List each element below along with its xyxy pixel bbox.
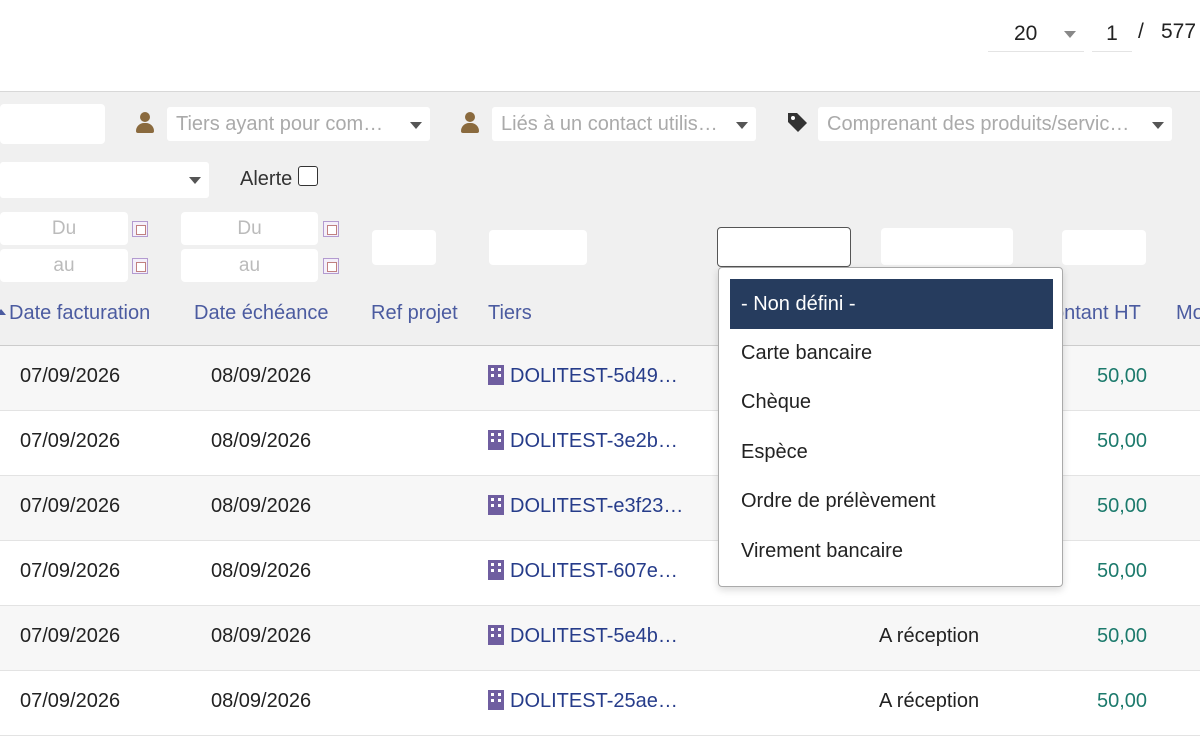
thirdparty-link[interactable]: DOLITEST-25ae… xyxy=(488,690,678,713)
cell-date-due: 08/09/2026 xyxy=(211,690,312,712)
thirdparty-link[interactable]: DOLITEST-e3f23… xyxy=(488,495,683,518)
building-icon xyxy=(488,495,504,515)
filter-text-input[interactable] xyxy=(0,104,105,144)
alert-label: Alerte xyxy=(240,168,293,190)
due-date-to-input[interactable]: au xyxy=(181,249,318,282)
cell-date-invoice: 07/09/2026 xyxy=(20,495,121,517)
alert-checkbox[interactable] xyxy=(298,166,318,186)
thirdparty-name: DOLITEST-607e… xyxy=(510,560,678,582)
calendar-icon[interactable] xyxy=(323,221,339,237)
cell-date-due: 08/09/2026 xyxy=(211,430,312,452)
caret-down-icon xyxy=(189,177,201,184)
option-espece[interactable]: Espèce xyxy=(730,427,1053,477)
thirdparty-name: DOLITEST-3e2b… xyxy=(510,430,678,452)
per-page-value: 20 xyxy=(1014,21,1038,45)
option-cheque[interactable]: Chèque xyxy=(730,377,1053,427)
cell-date-due: 08/09/2026 xyxy=(211,625,312,647)
calendar-icon[interactable] xyxy=(132,221,148,237)
column-date-due[interactable]: Date échéance xyxy=(194,302,329,325)
option-carte-bancaire[interactable]: Carte bancaire xyxy=(730,328,1053,378)
option-ordre-de-prelevement[interactable]: Ordre de prélèvement xyxy=(730,476,1053,526)
cell-date-due: 08/09/2026 xyxy=(211,365,312,387)
cell-date-invoice: 07/09/2026 xyxy=(20,430,121,452)
user-icon xyxy=(460,112,480,134)
thirdparty-link[interactable]: DOLITEST-5e4b… xyxy=(488,625,678,648)
due-date-from-input[interactable]: Du xyxy=(181,212,318,245)
thirdparty-name: DOLITEST-e3f23… xyxy=(510,495,684,517)
caret-down-icon xyxy=(1152,122,1164,129)
building-icon xyxy=(488,365,504,385)
building-icon xyxy=(488,625,504,645)
column-amount-ht[interactable]: ontant HT xyxy=(1053,302,1141,325)
cell-date-due: 08/09/2026 xyxy=(211,560,312,582)
payment-mode-dropdown: - Non défini - Carte bancaire Chèque Esp… xyxy=(718,267,1063,587)
cell-payment-term: A réception xyxy=(879,625,980,647)
sort-ascending-icon xyxy=(0,309,6,315)
cell-amount-ht: 50,00 xyxy=(1097,495,1148,517)
payment-term-filter-input[interactable] xyxy=(881,228,1013,265)
cell-amount-ht: 50,00 xyxy=(1097,690,1148,712)
cell-amount-ht: 50,00 xyxy=(1097,430,1148,452)
total-pages[interactable]: 577 xyxy=(1161,20,1196,44)
column-thirdparty[interactable]: Tiers xyxy=(488,302,532,325)
table-row: 07/09/2026 08/09/2026 DOLITEST-25ae… A r… xyxy=(0,671,1200,736)
tag-icon xyxy=(788,113,807,132)
cell-date-invoice: 07/09/2026 xyxy=(20,625,121,647)
caret-down-icon xyxy=(410,122,422,129)
thirdparty-link[interactable]: DOLITEST-5d49… xyxy=(488,365,678,388)
products-services-select[interactable]: Comprenant des produits/service… xyxy=(818,107,1172,141)
cell-amount-ht: 50,00 xyxy=(1097,625,1148,647)
cell-date-invoice: 07/09/2026 xyxy=(20,365,121,387)
linked-contact-placeholder: Liés à un contact utilisa… xyxy=(501,112,724,135)
cell-payment-term: A réception xyxy=(879,690,980,712)
per-page-select[interactable]: 20 xyxy=(988,16,1084,52)
amount-ht-filter-input[interactable] xyxy=(1062,230,1146,265)
thirdparty-link[interactable]: DOLITEST-3e2b… xyxy=(488,430,678,453)
building-icon xyxy=(488,560,504,580)
cell-amount-ht: 50,00 xyxy=(1097,365,1148,387)
column-amount-next[interactable]: Mo xyxy=(1176,302,1200,325)
calendar-icon[interactable] xyxy=(323,258,339,274)
status-select[interactable] xyxy=(0,162,209,198)
caret-down-icon xyxy=(736,122,748,129)
cell-date-due: 08/09/2026 xyxy=(211,495,312,517)
linked-contact-select[interactable]: Liés à un contact utilisa… xyxy=(492,107,756,141)
invoice-date-to-input[interactable]: au xyxy=(0,249,128,282)
filter-panel: Tiers ayant pour comm… Liés à un contact… xyxy=(0,92,1200,290)
thirdparty-sales-rep-select[interactable]: Tiers ayant pour comm… xyxy=(167,107,430,141)
thirdparty-name: DOLITEST-5d49… xyxy=(510,365,678,387)
column-ref-project[interactable]: Ref projet xyxy=(371,302,458,325)
thirdparty-name: DOLITEST-25ae… xyxy=(510,690,678,712)
invoice-date-from-input[interactable]: Du xyxy=(0,212,128,245)
thirdparty-name: DOLITEST-5e4b… xyxy=(510,625,678,647)
option-virement-bancaire[interactable]: Virement bancaire xyxy=(730,526,1053,576)
payment-mode-select[interactable] xyxy=(717,227,851,267)
thirdparty-filter-input[interactable] xyxy=(489,230,587,265)
table-row: 07/09/2026 08/09/2026 DOLITEST-5e4b… A r… xyxy=(0,606,1200,671)
cell-date-invoice: 07/09/2026 xyxy=(20,560,121,582)
building-icon xyxy=(488,430,504,450)
cell-date-invoice: 07/09/2026 xyxy=(20,690,121,712)
caret-down-icon xyxy=(1064,31,1076,38)
ref-project-filter-input[interactable] xyxy=(372,230,436,265)
user-icon xyxy=(135,112,155,134)
cell-amount-ht: 50,00 xyxy=(1097,560,1148,582)
building-icon xyxy=(488,690,504,710)
thirdparty-link[interactable]: DOLITEST-607e… xyxy=(488,560,678,583)
top-bar: 20 1 / 577 xyxy=(0,0,1200,92)
column-date-invoice[interactable]: Date facturation xyxy=(9,302,150,325)
products-services-placeholder: Comprenant des produits/service… xyxy=(827,112,1140,135)
calendar-icon[interactable] xyxy=(132,258,148,274)
thirdparty-sales-rep-placeholder: Tiers ayant pour comm… xyxy=(176,112,398,135)
page-number-input[interactable]: 1 xyxy=(1092,16,1132,52)
page-separator: / xyxy=(1138,20,1144,43)
option-non-defini[interactable]: - Non défini - xyxy=(730,279,1053,329)
